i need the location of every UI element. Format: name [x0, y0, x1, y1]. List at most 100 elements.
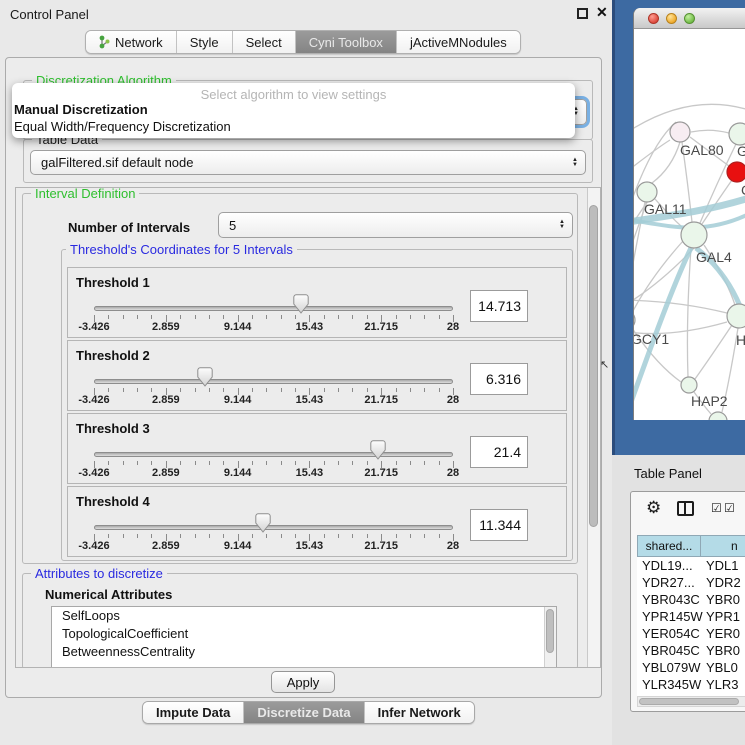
network-edge[interactable] [687, 248, 691, 377]
minimize-window-icon[interactable] [666, 13, 677, 24]
network-edge[interactable] [634, 300, 727, 313]
num-intervals-label: Number of Intervals [68, 220, 190, 235]
table-row[interactable]: YDR27...YDR2 [637, 574, 745, 591]
table-row[interactable]: YBR043CYBR0 [637, 591, 745, 608]
slider-track[interactable] [94, 379, 453, 384]
tab-label: Select [246, 35, 282, 50]
table-row[interactable]: YER054CYER0 [637, 625, 745, 642]
network-node-gal80[interactable] [670, 122, 690, 142]
list-item[interactable]: SelfLoops [52, 607, 556, 625]
checkbox-icon[interactable]: ☑ [711, 501, 722, 515]
window-titlebar[interactable] [634, 8, 745, 29]
threshold-value-field[interactable] [470, 363, 528, 395]
threshold-label: Threshold 2 [76, 348, 150, 363]
cyni-toolbox-panel: Discretization Algorithm ▲▼ Table Data g… [5, 57, 602, 698]
network-node-gal4[interactable] [681, 222, 707, 248]
slider-track[interactable] [94, 452, 453, 457]
num-intervals-value: 5 [229, 218, 236, 233]
threshold-value-field[interactable] [470, 509, 528, 541]
slider-ticks [94, 534, 453, 542]
tick-label: 21.715 [364, 467, 398, 479]
checkbox-icon[interactable]: ☑ [724, 501, 735, 515]
network-node-gal11[interactable] [637, 182, 657, 202]
tick-label: 21.715 [364, 540, 398, 552]
network-canvas[interactable]: GAL80GCGAL11GAL4GCY1HHAP2 [634, 29, 745, 420]
tab-jactivemnodules[interactable]: jActiveMNodules [397, 31, 520, 53]
tab-style[interactable]: Style [177, 31, 233, 53]
num-intervals-combobox[interactable]: 5 ▲▼ [218, 212, 573, 238]
network-node-c[interactable] [727, 162, 745, 182]
table-row[interactable]: YBL079WYBL0 [637, 659, 745, 676]
tick-label: -3.426 [78, 394, 109, 406]
split-columns-icon[interactable] [677, 501, 694, 516]
slider-thumb[interactable] [255, 513, 271, 533]
network-edge[interactable] [634, 140, 670, 180]
slider-thumb[interactable] [293, 294, 309, 314]
popup-item-equal-width-frequency[interactable]: Equal Width/Frequency Discretization [14, 119, 231, 134]
group-title: Interval Definition [31, 187, 139, 201]
gear-icon[interactable]: ⚙ [646, 498, 661, 518]
combo-stepper-icon: ▲▼ [572, 158, 578, 168]
slider-thumb[interactable] [197, 367, 213, 387]
list-scrollbar[interactable] [544, 607, 556, 667]
table-data-combobox[interactable]: galFiltered.sif default node ▲▼ [30, 150, 586, 175]
scrollbar-thumb[interactable] [639, 698, 739, 705]
network-edge[interactable] [691, 130, 729, 133]
numerical-attributes-list[interactable]: SelfLoopsTopologicalCoefficientBetweenne… [51, 606, 557, 668]
node-label: C [741, 182, 745, 198]
network-edge[interactable] [695, 325, 732, 379]
panel-title: Control Panel [10, 7, 89, 22]
settings-scroll-area: Interval Definition Number of Intervals … [15, 187, 601, 668]
table-data-value: galFiltered.sif default node [41, 155, 193, 170]
tab-discretize-data[interactable]: Discretize Data [244, 702, 364, 723]
table-header: shared... n [637, 535, 745, 557]
column-header-shared-name[interactable]: shared... [637, 535, 700, 557]
scrollbar-thumb[interactable] [589, 205, 598, 527]
vertical-scrollbar[interactable] [587, 188, 600, 667]
network-view-window: GAL80GCGAL11GAL4GCY1HHAP2 [633, 8, 745, 420]
slider-track[interactable] [94, 306, 453, 311]
table-row[interactable]: YPR145WYPR1 [637, 608, 745, 625]
slider-track[interactable] [94, 525, 453, 530]
cell-shared-name: YER054C [642, 626, 700, 641]
numerical-attributes-label: Numerical Attributes [45, 587, 172, 602]
table-row[interactable]: YLR345WYLR3 [637, 676, 745, 693]
tab-select[interactable]: Select [233, 31, 296, 53]
table-row[interactable]: YDL19...YDL1 [637, 557, 745, 574]
network-node[interactable] [709, 412, 727, 420]
list-item[interactable]: BetweennessCentrality [52, 643, 556, 661]
node-label: G [737, 143, 745, 159]
network-node-hap2[interactable] [681, 377, 697, 393]
network-node-g[interactable] [729, 123, 745, 145]
tab-impute-data[interactable]: Impute Data [143, 702, 244, 723]
popup-hint: Select algorithm to view settings [12, 87, 575, 102]
network-node-h[interactable] [727, 304, 745, 328]
threshold-value-field[interactable] [470, 290, 528, 322]
tab-infer-network[interactable]: Infer Network [365, 702, 474, 723]
node-label: H [736, 332, 745, 348]
slider-thumb[interactable] [370, 440, 386, 460]
table-data-group: Table Data galFiltered.sif default node … [23, 139, 593, 183]
close-icon[interactable]: ✕ [596, 4, 608, 21]
column-header-name[interactable]: n [700, 535, 745, 557]
list-item[interactable]: TopologicalCoefficient [52, 625, 556, 643]
threshold-value-field[interactable] [470, 436, 528, 468]
node-label: GCY1 [634, 331, 669, 347]
tab-cyni-toolbox[interactable]: Cyni Toolbox [296, 31, 397, 53]
tab-label: Style [190, 35, 219, 50]
cell-name: YBL0 [706, 660, 738, 675]
table-row[interactable]: YBR045CYBR0 [637, 642, 745, 659]
combo-stepper-icon: ▲▼ [559, 220, 565, 230]
cell-name: YBR0 [706, 643, 740, 658]
cell-shared-name: YLR345W [642, 677, 701, 692]
network-edge[interactable] [652, 142, 680, 183]
popup-item-manual-discretization[interactable]: Manual Discretization [14, 102, 148, 117]
network-node-gcy1[interactable] [634, 310, 635, 330]
float-panel-icon[interactable] [577, 8, 588, 19]
horizontal-scrollbar[interactable] [637, 696, 745, 707]
apply-button[interactable]: Apply [271, 671, 335, 693]
tab-network[interactable]: Network [86, 31, 177, 53]
close-window-icon[interactable] [648, 13, 659, 24]
app-root: Control Panel ✕ Network Style Select Cyni T… [0, 0, 745, 745]
zoom-window-icon[interactable] [684, 13, 695, 24]
